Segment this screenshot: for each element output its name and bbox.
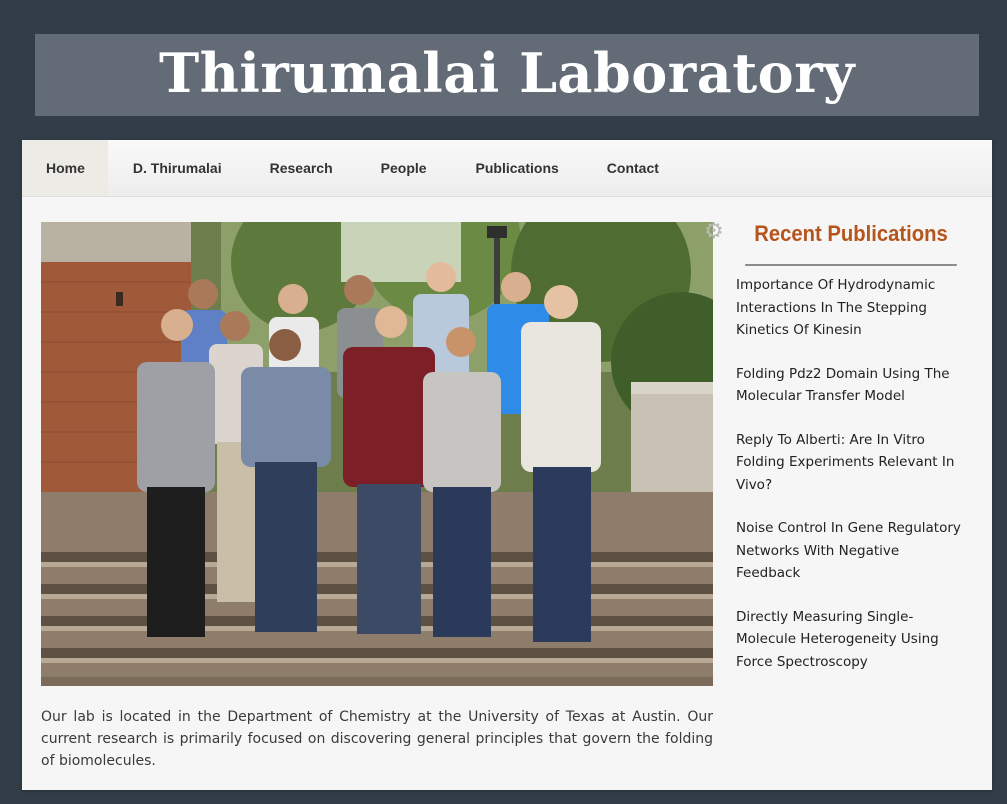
nav-item-people[interactable]: People (357, 140, 451, 196)
publication-link[interactable]: Noise Control In Gene Regulatory Network… (736, 517, 966, 585)
site-banner: Thirumalai Laboratory (35, 34, 979, 116)
nav-item-publications[interactable]: Publications (451, 140, 583, 196)
nav-item-contact[interactable]: Contact (583, 140, 683, 196)
content-panel: Home D. Thirumalai Research People Publi… (22, 140, 992, 790)
nav-item-home[interactable]: Home (22, 140, 108, 196)
site-title: Thirumalai Laboratory (158, 41, 856, 105)
publication-link[interactable]: Reply To Alberti: Are In Vitro Folding E… (736, 429, 966, 497)
group-photo-illustration (41, 222, 713, 686)
publication-link[interactable]: Folding Pdz2 Domain Using The Molecular … (736, 363, 966, 408)
gear-icon: ⚙ (704, 218, 724, 243)
publication-link[interactable]: Directly Measuring Single-Molecule Heter… (736, 606, 966, 674)
group-photo (41, 222, 713, 686)
recent-publications-title: Recent Publications (745, 218, 957, 266)
nav-item-d-thirumalai[interactable]: D. Thirumalai (108, 140, 246, 196)
nav-item-research[interactable]: Research (246, 140, 357, 196)
main-nav: Home D. Thirumalai Research People Publi… (22, 140, 992, 197)
publication-list: Importance Of Hydrodynamic Interactions … (736, 274, 966, 673)
publication-link[interactable]: Importance Of Hydrodynamic Interactions … (736, 274, 966, 342)
recent-publications-sidebar: ⚙ Recent Publications Importance Of Hydr… (704, 218, 966, 673)
lab-intro-text: Our lab is located in the Department of … (41, 709, 713, 769)
